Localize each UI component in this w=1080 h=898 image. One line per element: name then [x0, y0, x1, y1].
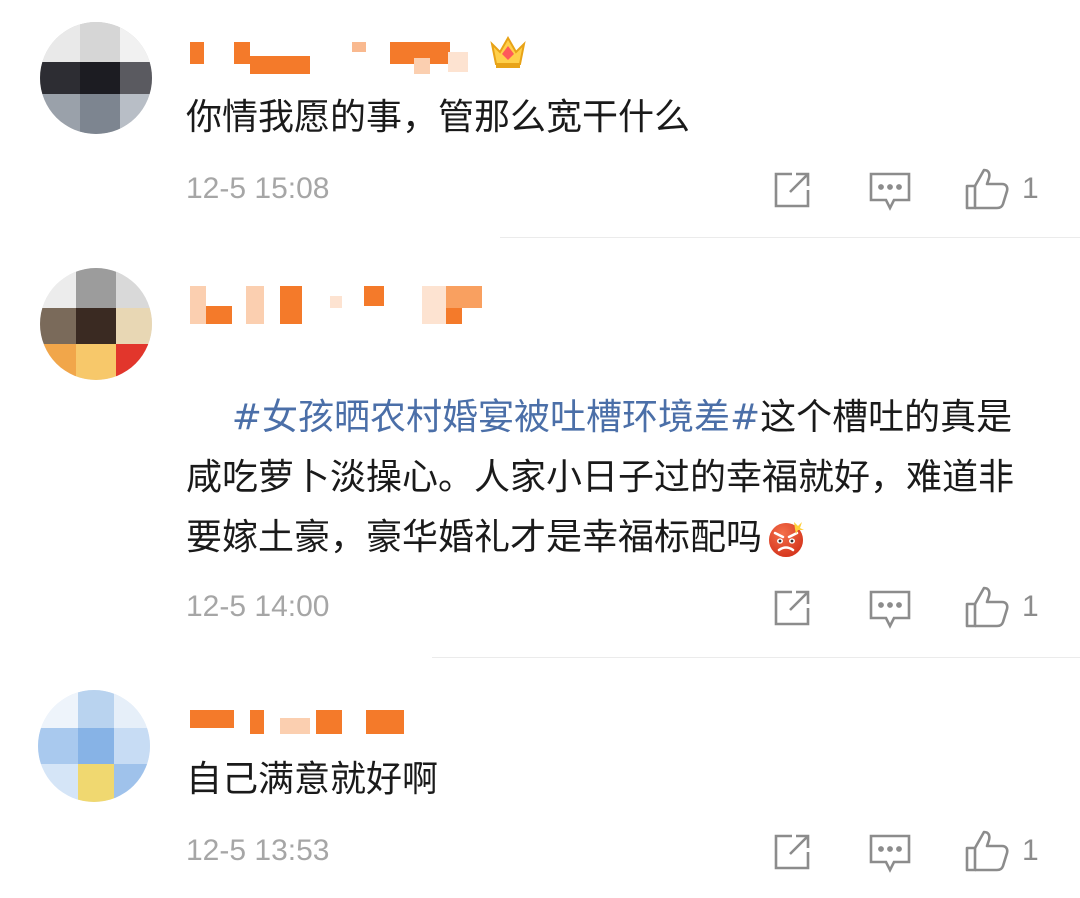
comment-text: 自己满意就好啊 [186, 759, 439, 800]
username-redacted[interactable] [190, 708, 420, 744]
username-redacted[interactable] [190, 38, 490, 74]
thumbs-up-icon[interactable] [964, 828, 1010, 874]
avatar[interactable] [40, 268, 152, 380]
timestamp: 12-5 14:00 [186, 590, 330, 623]
comment-text: 你情我愿的事，管那么宽干什么 [186, 97, 691, 138]
comment-item: #女孩晒农村婚宴被吐槽环境差#这个槽吐的真是咸吃萝卜淡操心。人家小日子过的幸福就… [0, 238, 1080, 658]
like-count: 1 [1022, 834, 1039, 867]
comment-icon[interactable] [868, 588, 912, 630]
timestamp: 12-5 15:08 [186, 172, 330, 205]
timestamp: 12-5 13:53 [186, 834, 330, 867]
comment-icon[interactable] [868, 832, 912, 874]
comment-icon[interactable] [868, 170, 912, 212]
hashtag-link[interactable]: #女孩晒农村婚宴被吐槽环境差# [232, 397, 760, 438]
thumbs-up-icon[interactable] [964, 166, 1010, 212]
like-count: 1 [1022, 172, 1039, 205]
avatar[interactable] [38, 690, 150, 802]
vip-crown-icon [490, 35, 526, 68]
comment-text: #女孩晒农村婚宴被吐槽环境差#这个槽吐的真是咸吃萝卜淡操心。人家小日子过的幸福就… [186, 328, 1036, 628]
comment-item: 自己满意就好啊 12-5 13:53 1 [0, 658, 1080, 898]
share-icon[interactable] [772, 588, 812, 628]
angry-face-emoji-icon [769, 522, 805, 557]
avatar[interactable] [40, 22, 152, 134]
comment-item: 你情我愿的事，管那么宽干什么 12-5 15:08 1 [0, 0, 1080, 238]
share-icon[interactable] [772, 832, 812, 872]
share-icon[interactable] [772, 170, 812, 210]
thumbs-up-icon[interactable] [964, 584, 1010, 630]
username-redacted[interactable] [190, 286, 490, 324]
like-count: 1 [1022, 590, 1039, 623]
